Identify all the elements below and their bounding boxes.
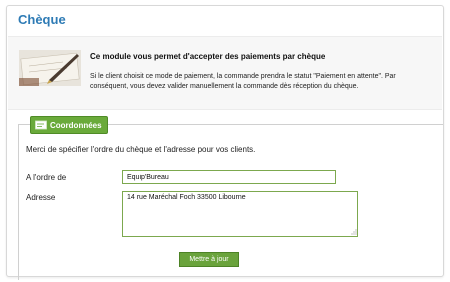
adresse-label: Adresse <box>26 193 56 202</box>
ordre-input[interactable] <box>122 170 336 184</box>
page-title: Chèque <box>18 12 66 27</box>
cheque-image <box>19 50 81 86</box>
cheque-icon <box>35 120 47 130</box>
coordonnees-legend: Coordonnées <box>30 116 108 134</box>
resize-grip-icon[interactable] <box>351 229 357 235</box>
update-button[interactable]: Mettre à jour <box>179 252 239 267</box>
ordre-label: A l'ordre de <box>26 173 67 182</box>
coordonnees-fieldset: Coordonnées Merci de spécifier l'ordre d… <box>18 116 443 280</box>
intro-description: Si le client choisit ce mode de paiement… <box>90 73 396 90</box>
coordonnees-description: Merci de spécifier l'ordre du chèque et … <box>26 145 256 154</box>
cheque-module-panel: Chèque Ce module vous permet d'accepter … <box>6 5 444 280</box>
adresse-textarea[interactable]: 14 rue Maréchal Foch 33500 Libourne <box>122 191 358 237</box>
module-intro: Ce module vous permet d'accepter des pai… <box>8 36 442 110</box>
legend-label: Coordonnées <box>50 120 102 130</box>
intro-title: Ce module vous permet d'accepter des pai… <box>90 52 326 61</box>
